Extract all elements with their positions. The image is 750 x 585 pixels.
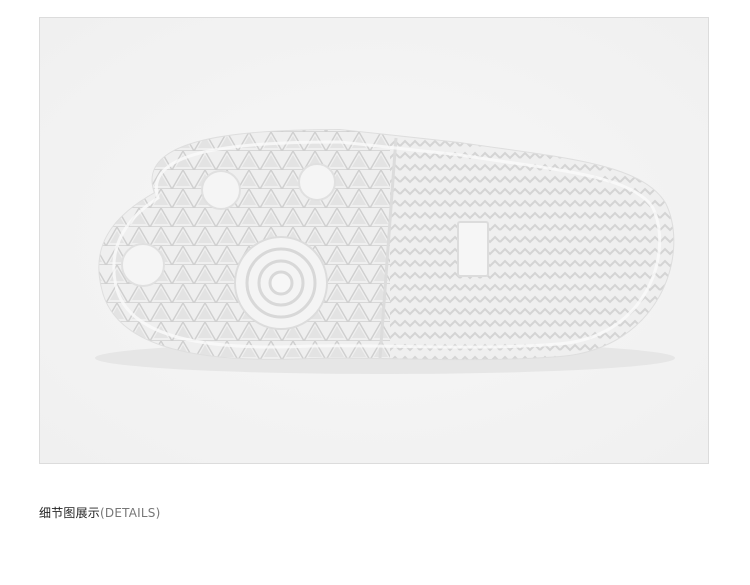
sole-bump xyxy=(298,163,336,201)
pivot-circle xyxy=(234,236,328,330)
product-photo xyxy=(39,17,709,464)
caption-subtitle: (DETAILS) xyxy=(100,506,161,520)
sole-bump xyxy=(121,243,165,287)
caption-title: 细节图展示 xyxy=(39,506,101,520)
heel-label-plate xyxy=(457,221,489,277)
section-caption: 细节图展示(DETAILS) xyxy=(39,504,160,521)
sole-bump xyxy=(201,170,241,210)
shoe-sole-image xyxy=(40,18,708,463)
